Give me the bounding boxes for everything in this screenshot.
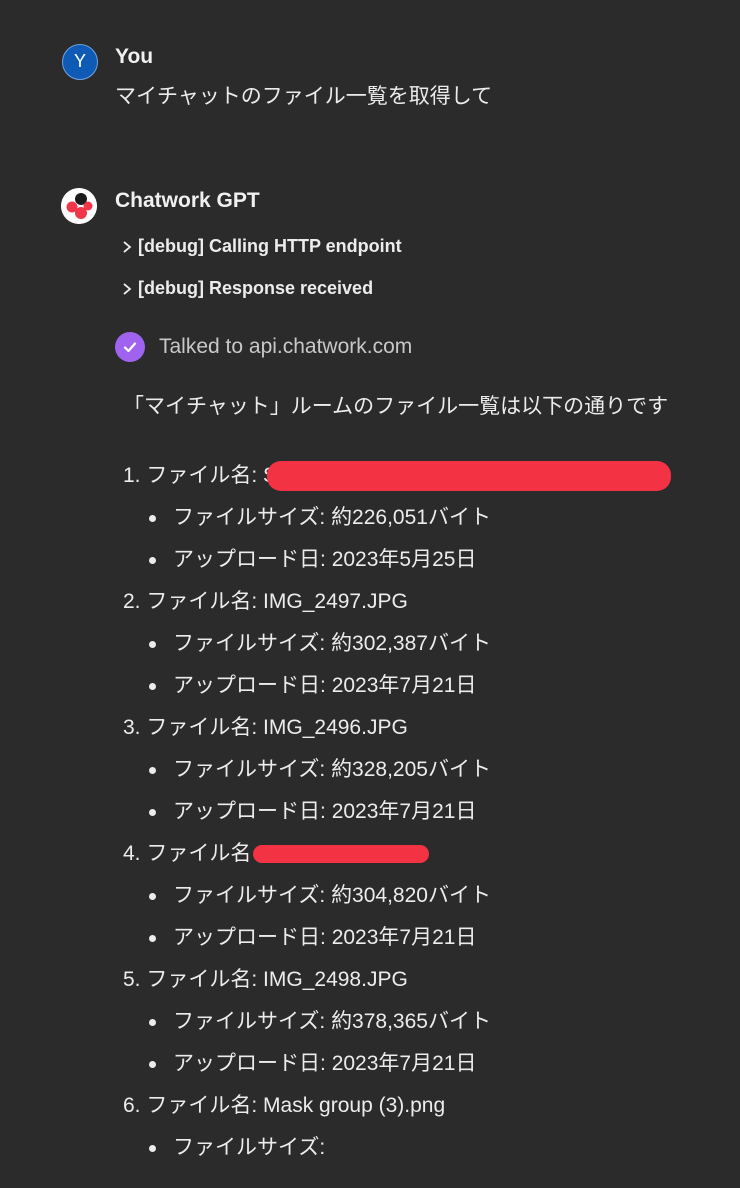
bullet-icon	[149, 641, 156, 648]
chevron-right-icon	[123, 240, 132, 253]
assistant-name: Chatwork GPT	[115, 189, 260, 212]
file-name-value: IMG_2498.JPG	[263, 968, 408, 991]
file-size-line: ファイルサイズ: 約328,205バイト	[123, 749, 723, 791]
upload-date-line: アップロード日: 2023年5月25日	[123, 539, 723, 581]
file-number: 3.	[123, 716, 141, 739]
file-name-value: IMG_2496.JPG	[263, 716, 408, 739]
file-size-label: ファイルサイズ:	[173, 1010, 326, 1033]
file-name-line: 4. ファイル名	[123, 833, 723, 875]
file-name-label: ファイル名:	[146, 968, 258, 991]
file-name-line: 3. ファイル名: IMG_2496.JPG	[123, 707, 723, 749]
file-size-value: 約378,365バイト	[331, 1010, 491, 1033]
bullet-icon	[149, 1019, 156, 1026]
upload-date-label: アップロード日:	[173, 926, 326, 949]
bullet-icon	[149, 809, 156, 816]
file-size-line: ファイルサイズ: 約304,820バイト	[123, 875, 723, 917]
bullet-icon	[149, 935, 156, 942]
file-number: 4.	[123, 842, 141, 865]
upload-date-label: アップロード日:	[173, 548, 326, 571]
upload-date-label: アップロード日:	[173, 674, 326, 697]
file-size-line: ファイルサイズ:	[123, 1127, 723, 1169]
file-number: 2.	[123, 590, 141, 613]
debug-label: [debug] Calling HTTP endpoint	[138, 236, 402, 256]
file-size-label: ファイルサイズ:	[173, 632, 326, 655]
debug-toggle-response[interactable]: [debug] Response received	[120, 278, 373, 299]
debug-label: [debug] Response received	[138, 278, 374, 298]
file-name-value: Mask group (3).png	[263, 1094, 446, 1117]
file-name-label: ファイル名:	[146, 716, 258, 739]
response-intro: 「マイチャット」ルームのファイル一覧は以下の通りです	[123, 395, 669, 418]
file-number: 6.	[123, 1094, 141, 1117]
file-name-label: ファイル名	[146, 842, 252, 865]
chatwork-logo-icon	[61, 188, 97, 224]
file-name-line: 2. ファイル名: IMG_2497.JPG	[123, 581, 723, 623]
file-size-line: ファイルサイズ: 約226,051バイト	[123, 497, 723, 539]
file-size-label: ファイルサイズ:	[173, 1136, 326, 1159]
file-size-label: ファイルサイズ:	[173, 758, 326, 781]
debug-toggle-calling[interactable]: [debug] Calling HTTP endpoint	[120, 236, 402, 257]
file-size-value: 約304,820バイト	[331, 884, 491, 907]
user-avatar-letter: Y	[73, 51, 86, 71]
file-size-value: 約328,205バイト	[331, 758, 491, 781]
file-name-label: ファイル名:	[146, 464, 258, 487]
file-item: 5. ファイル名: IMG_2498.JPG ファイルサイズ: 約378,365…	[123, 959, 723, 1085]
file-item: 4. ファイル名 ファイルサイズ: 約304,820バイト アップロード日: 2…	[123, 833, 723, 959]
file-size-value: 約302,387バイト	[331, 632, 491, 655]
user-avatar: Y	[62, 44, 98, 80]
bullet-icon	[149, 515, 156, 522]
file-number: 5.	[123, 968, 141, 991]
upload-date-label: アップロード日:	[173, 800, 326, 823]
file-name-label: ファイル名:	[146, 1094, 258, 1117]
bullet-icon	[149, 683, 156, 690]
upload-date-label: アップロード日:	[173, 1052, 326, 1075]
upload-date-line: アップロード日: 2023年7月21日	[123, 917, 723, 959]
chevron-right-icon	[123, 282, 132, 295]
file-item: 2. ファイル名: IMG_2497.JPG ファイルサイズ: 約302,387…	[123, 581, 723, 707]
upload-date-value: 2023年5月25日	[331, 548, 477, 571]
check-icon	[115, 332, 145, 362]
chat-page: Y You マイチャットのファイル一覧を取得して Chatwork GPT [d…	[0, 0, 740, 1188]
bullet-icon	[149, 1145, 156, 1152]
upload-date-value: 2023年7月21日	[331, 926, 477, 949]
upload-date-line: アップロード日: 2023年7月21日	[123, 1043, 723, 1085]
redaction-bar	[253, 845, 430, 864]
bullet-icon	[149, 767, 156, 774]
upload-date-value: 2023年7月21日	[331, 1052, 477, 1075]
user-message: マイチャットのファイル一覧を取得して	[115, 85, 493, 108]
file-number: 1.	[123, 464, 141, 487]
user-name: You	[115, 45, 154, 68]
file-item: 3. ファイル名: IMG_2496.JPG ファイルサイズ: 約328,205…	[123, 707, 723, 833]
bullet-icon	[149, 557, 156, 564]
file-name-line: 1. ファイル名: S	[123, 455, 723, 497]
file-size-value: 約226,051バイト	[331, 506, 491, 529]
file-list: 1. ファイル名: S ファイルサイズ: 約226,051バイト アップロード日…	[123, 455, 723, 1169]
file-item: 1. ファイル名: S ファイルサイズ: 約226,051バイト アップロード日…	[123, 455, 723, 581]
file-size-line: ファイルサイズ: 約378,365バイト	[123, 1001, 723, 1043]
bullet-icon	[149, 893, 156, 900]
file-name-line: 6. ファイル名: Mask group (3).png	[123, 1085, 723, 1127]
talked-to-text: Talked to api.chatwork.com	[159, 335, 413, 358]
file-size-line: ファイルサイズ: 約302,387バイト	[123, 623, 723, 665]
file-item: 6. ファイル名: Mask group (3).png ファイルサイズ:	[123, 1085, 723, 1169]
file-name-label: ファイル名:	[146, 590, 258, 613]
upload-date-line: アップロード日: 2023年7月21日	[123, 791, 723, 833]
file-name-value: IMG_2497.JPG	[263, 590, 408, 613]
upload-date-value: 2023年7月21日	[331, 674, 477, 697]
bullet-icon	[149, 1061, 156, 1068]
redaction-bar	[267, 461, 672, 492]
upload-date-value: 2023年7月21日	[331, 800, 477, 823]
file-name-line: 5. ファイル名: IMG_2498.JPG	[123, 959, 723, 1001]
file-size-label: ファイルサイズ:	[173, 884, 326, 907]
file-size-label: ファイルサイズ:	[173, 506, 326, 529]
upload-date-line: アップロード日: 2023年7月21日	[123, 665, 723, 707]
plugin-call-status: Talked to api.chatwork.com	[115, 332, 412, 362]
